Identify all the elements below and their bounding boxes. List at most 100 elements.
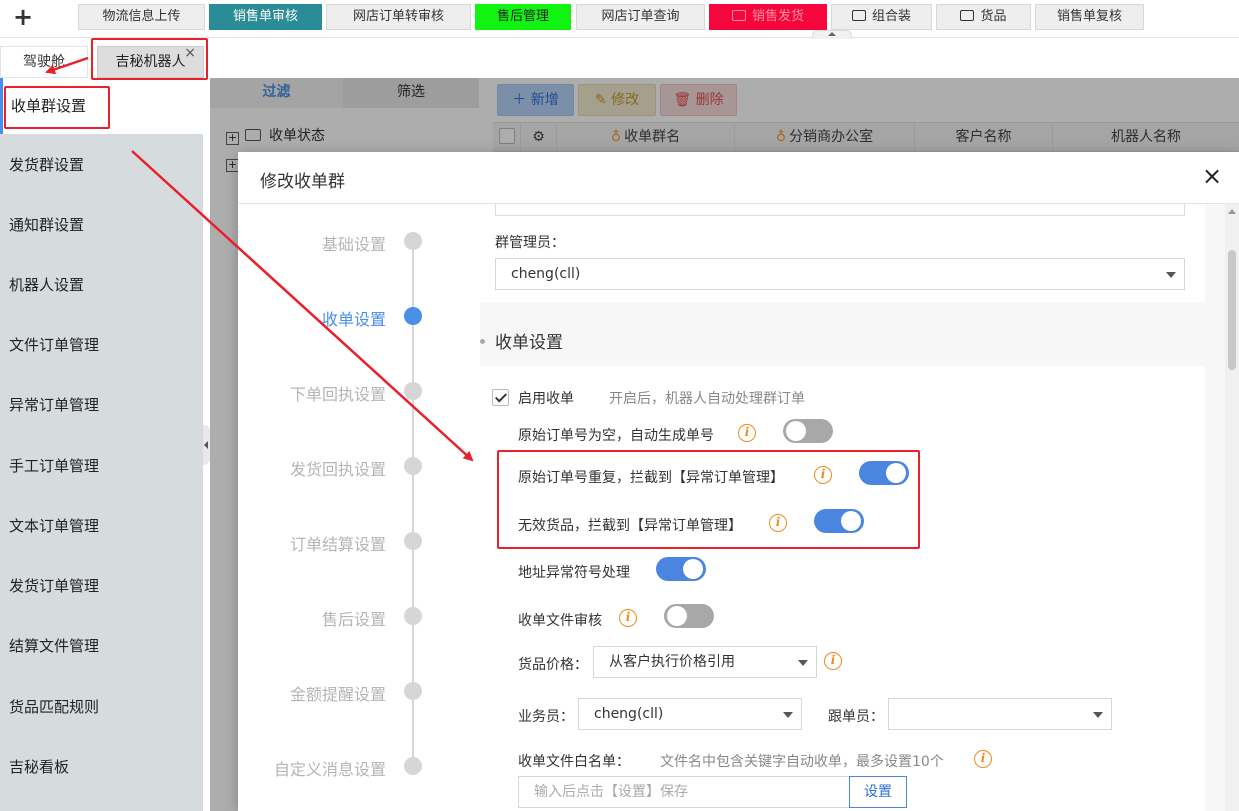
sidebar-item-file-orders[interactable]: 文件订单管理 — [0, 317, 203, 373]
sidebar-item-goods-match-rules[interactable]: 货品匹配规则 — [0, 679, 203, 735]
step-label: 自定义消息设置 — [273, 760, 386, 779]
step-ship-receipt[interactable]: 发货回执设置 — [238, 454, 480, 479]
section-title-receive: 收单设置 — [480, 328, 563, 353]
group-admin-label: 群管理员： — [495, 235, 565, 251]
sidebar-item-text-orders[interactable]: 文本订单管理 — [0, 498, 203, 554]
basic-settings-card: 群管理员： cheng(cll) — [480, 204, 1205, 302]
chevron-down-icon — [783, 712, 793, 718]
sidebar-item-shipping-orders[interactable]: 发货订单管理 — [0, 558, 203, 614]
top-tab-label: 货品 — [980, 9, 1007, 24]
sidebar-item-dashboard[interactable]: 吉秘看板 — [0, 739, 203, 795]
option-file-review-label: 收单文件审核 — [518, 613, 602, 629]
group-admin-select[interactable]: cheng(cll) — [495, 258, 1185, 290]
whitelist-hint: 文件名中包含关键字自动收单，最多设置10个 — [660, 754, 944, 770]
toggle-knob — [786, 421, 806, 441]
price-label: 货品价格： — [518, 657, 588, 673]
sidebar-item-robot-settings[interactable]: 机器人设置 — [0, 257, 203, 313]
price-select[interactable]: 从客户执行价格引用 — [593, 646, 817, 678]
annotation-box-receive-group — [4, 86, 110, 129]
dialog-scrollbar[interactable] — [1225, 204, 1239, 811]
top-tab-combo[interactable]: 组合装 — [831, 4, 932, 30]
annotation-box-robot-tab — [91, 38, 208, 80]
tab-cockpit[interactable]: 驾驶舱 — [0, 46, 88, 78]
step-dot — [404, 757, 422, 775]
whitelist-input[interactable]: 输入后点击【设置】保存 — [518, 776, 851, 808]
top-tab-sales-shipping[interactable]: 销售发货 — [709, 4, 827, 30]
dialog-title: 修改收单群 — [260, 172, 345, 192]
info-icon[interactable]: i — [738, 424, 756, 442]
option-address-symbol-label: 地址异常符号处理 — [518, 565, 630, 581]
step-dot — [404, 307, 422, 325]
top-tab-after-sales[interactable]: 售后管理 — [475, 4, 571, 30]
top-tab-online-order-convert[interactable]: 网店订单转审核 — [326, 4, 471, 30]
enable-receive-hint: 开启后，机器人自动处理群订单 — [609, 391, 805, 407]
step-order-receipt[interactable]: 下单回执设置 — [238, 379, 480, 404]
top-tab-goods[interactable]: 货品 — [936, 4, 1031, 30]
enable-receive-label: 启用收单 — [518, 391, 574, 407]
folder-icon — [851, 10, 866, 21]
step-receive-settings[interactable]: 收单设置 — [238, 304, 480, 329]
section-title-text: 收单设置 — [495, 333, 563, 353]
step-label: 金额提醒设置 — [289, 685, 386, 704]
step-dot — [404, 382, 422, 400]
top-tab-online-order-query[interactable]: 网店订单查询 — [576, 4, 705, 30]
sidebar-item-manual-orders[interactable]: 手工订单管理 — [0, 438, 203, 494]
scroll-up-icon[interactable] — [1228, 209, 1236, 214]
top-tab-logistics-upload[interactable]: 物流信息上传 — [78, 4, 205, 30]
info-icon[interactable]: i — [974, 750, 992, 768]
step-after-sales[interactable]: 售后设置 — [238, 604, 480, 629]
settings-steps-nav: 基础设置 收单设置 下单回执设置 发货回执设置 订单结算设置 售后设置 金额提醒… — [238, 204, 480, 811]
whitelist-label: 收单文件白名单： — [518, 754, 630, 770]
dialog-header: 修改收单群 × — [238, 152, 1239, 204]
bullet-icon — [480, 339, 485, 344]
chevron-down-icon — [798, 660, 808, 666]
sales-label: 业务员： — [518, 709, 574, 725]
add-tab-icon[interactable]: + — [10, 4, 36, 30]
whitelist-set-button[interactable]: 设置 — [849, 776, 907, 808]
sidebar-item-abnormal-orders[interactable]: 异常订单管理 — [0, 377, 203, 433]
info-icon[interactable]: i — [619, 609, 637, 627]
step-dot — [404, 232, 422, 250]
top-tab-sales-recheck[interactable]: 销售单复核 — [1035, 4, 1144, 30]
chevron-down-icon — [1166, 272, 1176, 278]
sales-select[interactable]: cheng(cll) — [578, 698, 802, 730]
option-empty-order-label: 原始订单号为空，自动生成单号 — [518, 428, 714, 444]
scrollbar-thumb[interactable] — [1228, 250, 1236, 370]
step-label: 发货回执设置 — [289, 460, 386, 479]
collapse-topbar-handle[interactable] — [812, 30, 852, 39]
top-tab-sales-review[interactable]: 销售单审核 — [209, 4, 322, 30]
step-amount-reminder[interactable]: 金额提醒设置 — [238, 679, 480, 704]
annotation-box-intercept-options — [497, 450, 920, 549]
top-tab-label: 组合装 — [871, 9, 911, 24]
close-icon[interactable]: × — [1199, 163, 1225, 189]
group-admin-value: cheng(cll) — [511, 266, 581, 282]
option-file-review-toggle[interactable] — [664, 604, 714, 628]
info-icon[interactable]: i — [824, 652, 842, 670]
toggle-knob — [667, 606, 687, 626]
step-custom-message[interactable]: 自定义消息设置 — [238, 754, 480, 779]
option-address-symbol-toggle[interactable] — [656, 557, 706, 581]
folder-icon — [960, 10, 975, 21]
step-label: 基础设置 — [321, 235, 386, 254]
step-label: 售后设置 — [321, 610, 386, 629]
step-basic-settings[interactable]: 基础设置 — [238, 229, 480, 254]
sidebar-item-settlement-files[interactable]: 结算文件管理 — [0, 618, 203, 674]
follower-select[interactable] — [888, 698, 1112, 730]
sidebar-item-ship-group[interactable]: 发货群设置 — [0, 137, 203, 193]
chevron-down-icon — [1093, 712, 1103, 718]
step-settlement[interactable]: 订单结算设置 — [238, 529, 480, 554]
price-value: 从客户执行价格引用 — [609, 654, 735, 670]
enable-receive-checkbox[interactable] — [492, 389, 509, 406]
top-tab-bar: + 物流信息上传 销售单审核 网店订单转审核 售后管理 网店订单查询 销售发货 … — [0, 0, 1239, 39]
sidebar-collapse-handle[interactable] — [203, 425, 210, 465]
step-dot — [404, 532, 422, 550]
option-empty-order-toggle[interactable] — [783, 419, 833, 443]
step-dot — [404, 682, 422, 700]
top-tab-label: 销售发货 — [751, 9, 804, 24]
previous-field-input[interactable] — [495, 204, 1185, 216]
toggle-knob — [683, 559, 703, 579]
step-dot — [404, 457, 422, 475]
sidebar: 收单群设置 发货群设置 通知群设置 机器人设置 文件订单管理 异常订单管理 手工… — [0, 78, 203, 811]
sidebar-item-notify-group[interactable]: 通知群设置 — [0, 197, 203, 253]
folder-icon — [731, 10, 746, 21]
